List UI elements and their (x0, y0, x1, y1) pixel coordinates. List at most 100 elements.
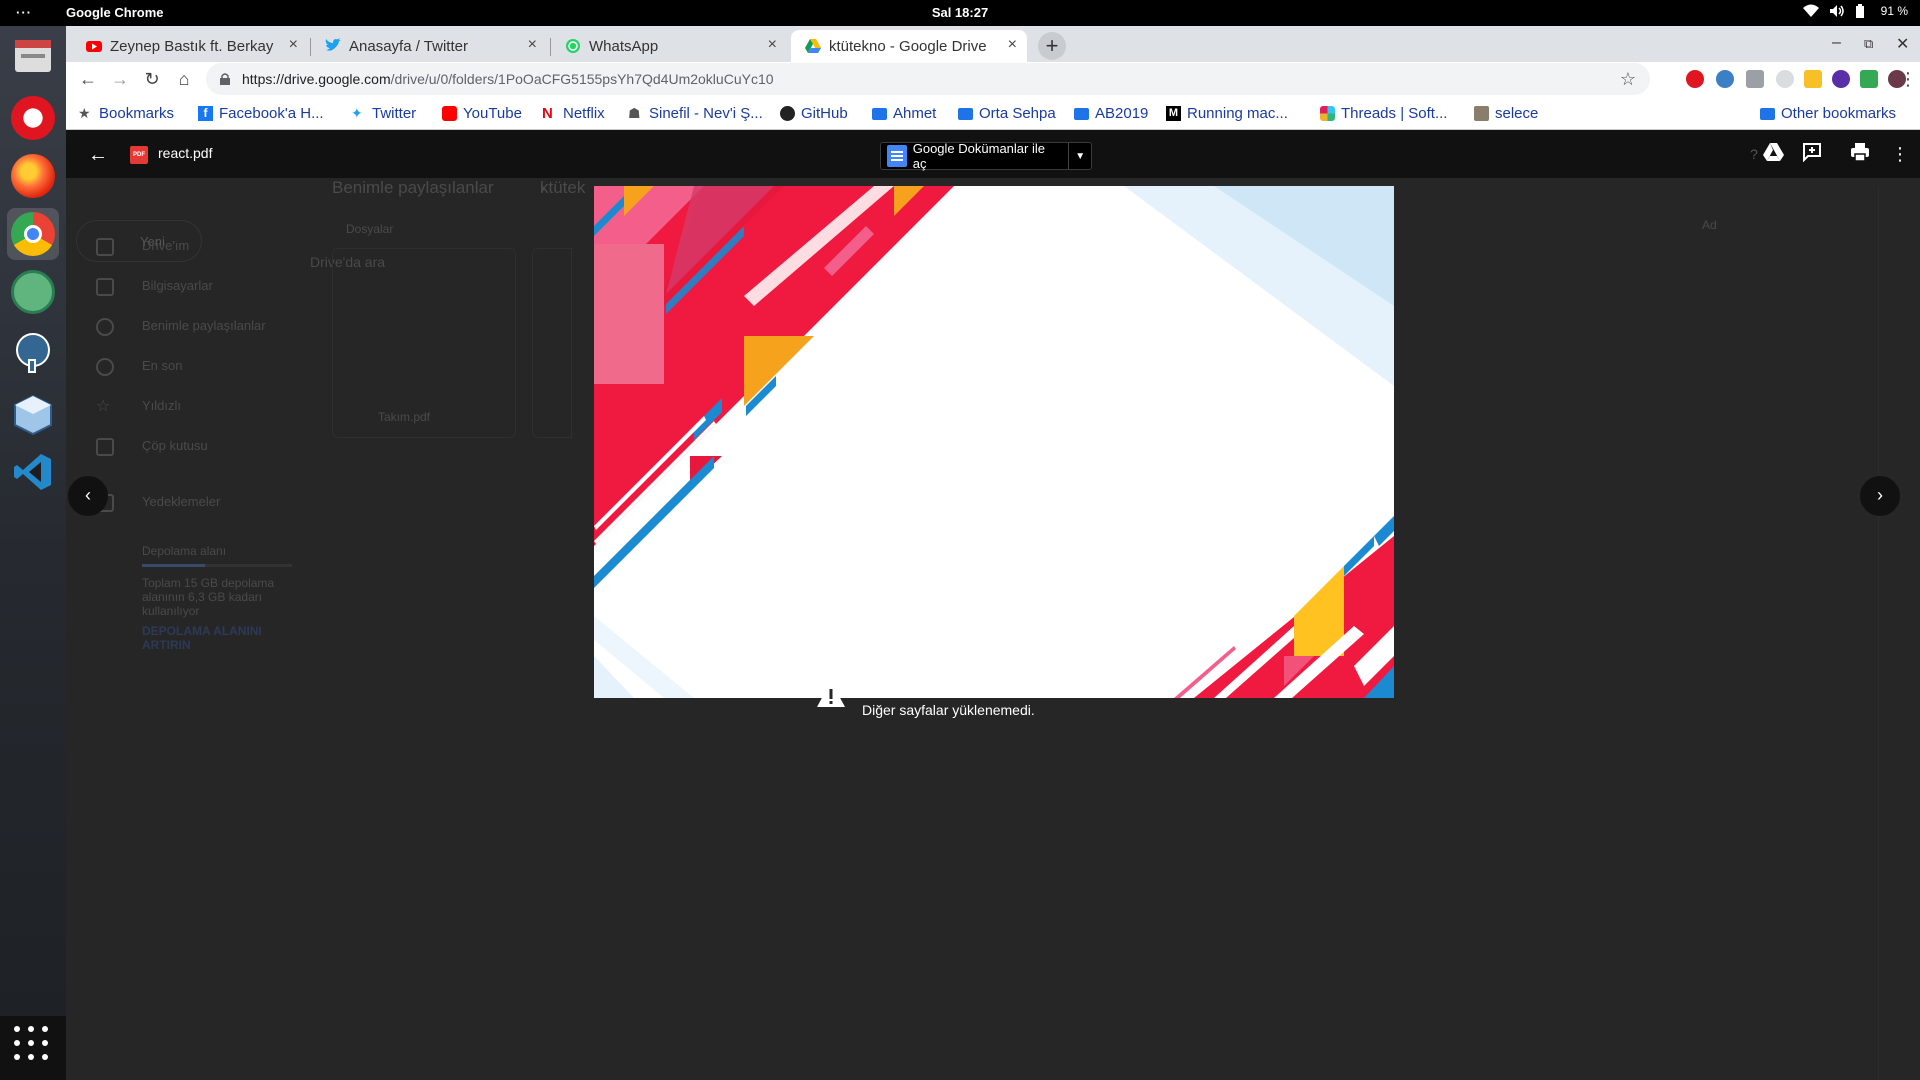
system-top-bar: ··· Google Chrome Sal 18:27 91 % (0, 0, 1920, 26)
bookmark-folder[interactable]: Orta Sehpa (958, 105, 1056, 122)
files-app-icon[interactable] (7, 30, 59, 82)
restore-icon[interactable]: ⧉ (1864, 36, 1873, 52)
bookmark-label: selece (1495, 105, 1539, 122)
drive-pdf-viewer: Drive'da ara Yeni Benimle paylaşılanlar … (66, 130, 1920, 1080)
minimize-icon[interactable]: – (1832, 34, 1841, 52)
netflix-icon: N (542, 105, 553, 122)
reload-icon[interactable]: ↻ (140, 67, 164, 91)
other-bookmarks-folder[interactable]: Other bookmarks (1760, 105, 1896, 122)
bookmark-label: GitHub (801, 105, 848, 122)
bookmark-item[interactable]: ☗ Sinefil - Nev'i Ş... (628, 105, 763, 122)
pdf-file-icon: PDF (130, 146, 148, 164)
extension-icon[interactable] (1860, 70, 1878, 88)
starred-icon: ☆ (96, 398, 111, 415)
bookmark-item[interactable]: Threads | Soft... (1320, 105, 1447, 122)
virtualbox-icon[interactable] (7, 388, 59, 440)
close-window-icon[interactable]: ✕ (1896, 34, 1909, 54)
opera-extension-icon[interactable] (1686, 70, 1704, 88)
extension-icon[interactable] (1804, 70, 1822, 88)
bookmark-star-icon[interactable]: ☆ (1620, 69, 1636, 90)
tab-twitter[interactable]: Anasayfa / Twitter × (311, 30, 547, 62)
close-tab-icon[interactable]: × (528, 36, 537, 54)
open-with-google-docs-button[interactable]: Google Dokümanlar ile aç ▼ (880, 141, 1092, 171)
bookmark-label: Other bookmarks (1781, 105, 1897, 122)
add-to-drive-icon[interactable] (1762, 142, 1786, 166)
home-icon[interactable]: ⌂ (172, 67, 196, 91)
close-tab-icon[interactable]: × (289, 36, 298, 54)
extension-icon[interactable] (1776, 70, 1794, 88)
breadcrumb-root: Benimle paylaşılanlar (332, 178, 494, 197)
close-tab-icon[interactable]: × (1008, 36, 1017, 54)
bookmark-item[interactable]: ★ Bookmarks (78, 105, 174, 122)
whatsapp-icon (565, 38, 581, 54)
extension-icon[interactable] (1746, 70, 1764, 88)
folder-icon (1074, 107, 1089, 120)
tab-label: ktütekno - Google Drive (829, 37, 987, 55)
files-section-title: Dosyalar (346, 222, 394, 236)
selece-icon (1474, 106, 1489, 121)
bookmark-folder[interactable]: AB2019 (1074, 105, 1148, 122)
bookmark-label: AB2019 (1095, 105, 1149, 122)
next-file-button[interactable]: › (1860, 476, 1900, 516)
more-options-icon[interactable]: ⋮ (1888, 142, 1912, 166)
tab-google-drive[interactable]: ktütekno - Google Drive × (791, 30, 1027, 62)
extension-icon[interactable] (1832, 70, 1850, 88)
chevron-down-icon[interactable]: ▼ (1069, 151, 1091, 162)
atom-icon[interactable] (7, 266, 59, 318)
nav-computers: Bilgisayarlar (142, 278, 213, 293)
bookmark-item[interactable]: f Facebook'a H... (198, 105, 324, 122)
nav-shared-with-me: Benimle paylaşılanlar (142, 318, 266, 333)
url-text: https://drive.google.com/drive/u/0/folde… (242, 71, 774, 87)
tab-youtube[interactable]: Zeynep Bastık ft. Berkay × (72, 30, 308, 62)
opera-icon[interactable] (7, 92, 59, 144)
extension-icon[interactable] (1716, 70, 1734, 88)
close-tab-icon[interactable]: × (768, 36, 777, 54)
print-icon[interactable] (1848, 142, 1872, 166)
bookmark-item[interactable]: M Running mac... (1166, 105, 1288, 122)
clock[interactable]: Sal 18:27 (932, 5, 988, 20)
add-comment-icon[interactable] (1800, 142, 1824, 166)
previous-file-button[interactable]: ‹ (68, 476, 108, 516)
google-docs-icon (887, 145, 907, 167)
bookmark-label: Facebook'a H... (219, 105, 324, 122)
forward-icon[interactable]: → (108, 67, 132, 91)
activities-button[interactable]: ··· (16, 5, 32, 20)
url-host: https://drive.google.com (242, 71, 391, 87)
nav-my-drive: Drive'ım (142, 238, 190, 253)
storage-bar (142, 564, 292, 567)
back-arrow-icon[interactable]: ← (88, 144, 108, 167)
chrome-menu-icon[interactable]: ⋮ (1896, 67, 1920, 91)
bookmark-label: YouTube (463, 105, 522, 122)
bookmark-label: Bookmarks (99, 105, 175, 122)
bookmark-item[interactable]: ✦ Twitter (351, 105, 416, 122)
app-menu[interactable]: Google Chrome (66, 5, 164, 20)
youtube-icon (442, 106, 457, 121)
nav-recent: En son (142, 358, 183, 373)
vscode-icon[interactable] (7, 446, 59, 498)
address-bar[interactable]: https://drive.google.com/drive/u/0/folde… (206, 63, 1650, 95)
system-tray[interactable]: 91 % (1802, 4, 1908, 18)
recent-icon (96, 358, 114, 376)
nav-backups: Yedeklemeler (142, 494, 221, 509)
bookmark-item[interactable]: YouTube (442, 105, 522, 122)
upgrade-storage-link: DEPOLAMA ALANINI (142, 624, 262, 638)
bookmark-item[interactable]: N Netflix (542, 105, 605, 122)
battery-icon (1855, 4, 1871, 18)
show-applications-icon[interactable] (14, 1026, 50, 1062)
bookmark-item[interactable]: selece (1474, 105, 1538, 122)
nav-trash: Çöp kutusu (142, 438, 208, 453)
pdf-page (594, 186, 1394, 698)
new-tab-button[interactable]: + (1038, 32, 1066, 60)
chrome-icon[interactable] (7, 208, 59, 260)
firefox-icon[interactable] (7, 150, 59, 202)
error-text: Diğer sayfalar yüklenemedi. (862, 702, 1035, 718)
postgres-icon[interactable] (7, 326, 59, 378)
back-icon[interactable]: ← (76, 67, 100, 91)
tab-whatsapp[interactable]: WhatsApp × (551, 30, 787, 62)
bookmark-item[interactable]: GitHub (780, 105, 848, 122)
tab-label: Anasayfa / Twitter (349, 37, 468, 55)
browser-toolbar: ← → ↻ ⌂ https://drive.google.com/drive/u… (66, 62, 1920, 96)
bookmark-folder[interactable]: Ahmet (872, 105, 936, 122)
my-drive-icon (96, 238, 114, 256)
storage-bar-fill (142, 564, 205, 567)
